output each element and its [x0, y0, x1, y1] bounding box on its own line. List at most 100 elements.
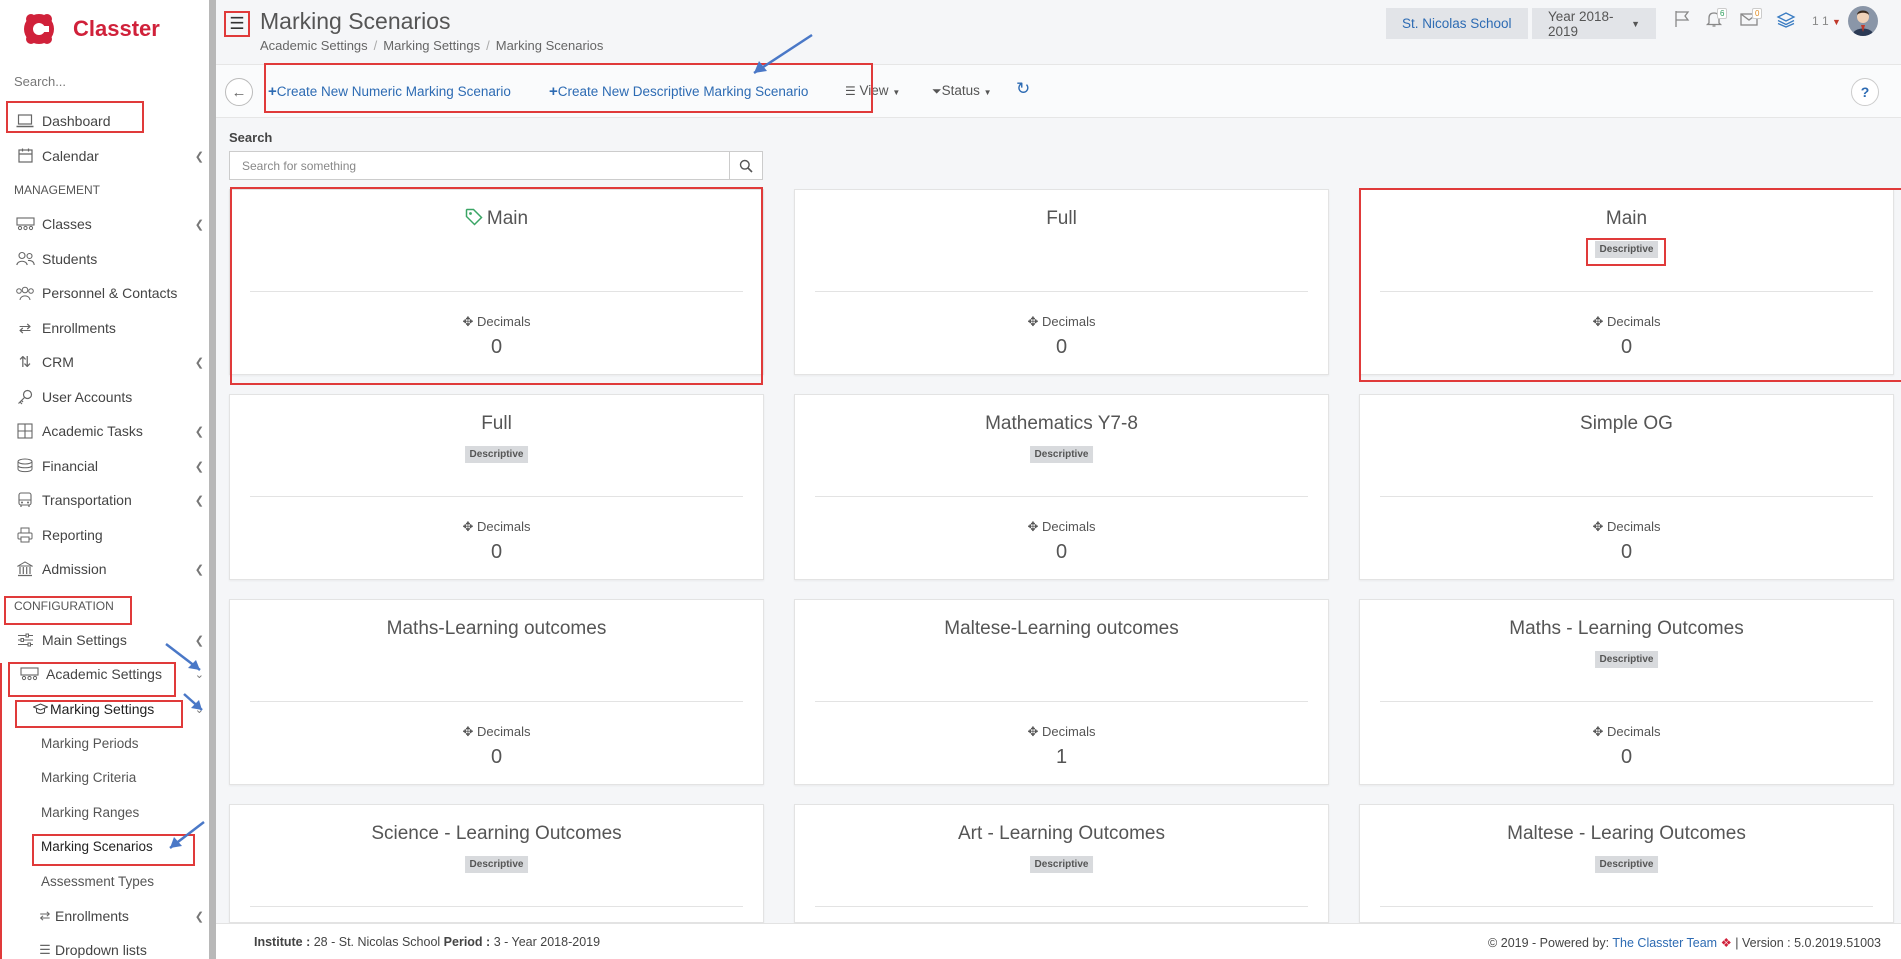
sidebar-item-main-settings[interactable]: Main Settings ❮ — [0, 623, 210, 658]
descriptive-badge: Descriptive — [464, 856, 529, 873]
card-title: Main — [230, 208, 763, 232]
descriptive-badge: Descriptive — [1594, 241, 1659, 258]
breadcrumb-item[interactable]: Academic Settings — [260, 38, 368, 53]
sidebar-item-label: Dashboard — [42, 113, 111, 130]
sidebar-search[interactable]: Search... — [0, 58, 210, 104]
sidebar-item-calendar[interactable]: Calendar ❮ — [0, 139, 210, 174]
version-text: | Version : 5.0.2019.51003 — [1735, 936, 1881, 950]
card-divider — [1380, 906, 1873, 907]
decimals-value: 0 — [490, 541, 503, 563]
avatar[interactable] — [1848, 6, 1878, 36]
refresh-icon[interactable]: ↻ — [1016, 79, 1030, 99]
sidebar-item-label: Students — [42, 250, 98, 267]
chevron-left-icon: ❮ — [194, 357, 204, 369]
decimals-label: ✥ Decimals — [1360, 519, 1893, 535]
flag-icon[interactable] — [1674, 10, 1692, 33]
tasks-icon — [14, 422, 36, 440]
sidebar-item-admission[interactable]: Admission ❮ — [0, 552, 210, 587]
sidebar-item-financial[interactable]: Financial ❮ — [0, 449, 210, 484]
sidebar-item-marking-periods[interactable]: Marking Periods — [0, 726, 210, 761]
decimals-label-text: Decimals — [1042, 724, 1096, 739]
card-divider — [815, 496, 1308, 497]
card-title: Main — [1605, 208, 1648, 229]
sidebar-item-dropdown-lists[interactable]: ☰ Dropdown lists — [0, 933, 210, 959]
sidebar-item-marking-criteria[interactable]: Marking Criteria — [0, 761, 210, 796]
bell-icon[interactable]: 6 — [1705, 8, 1728, 33]
sidebar-item-academic-tasks[interactable]: Academic Tasks ❮ — [0, 414, 210, 449]
envelope-icon[interactable]: 0 — [1740, 8, 1763, 33]
scenario-card[interactable]: Full ✥ Decimals 0 — [794, 189, 1329, 375]
breadcrumb-item[interactable]: Marking Settings — [383, 38, 480, 53]
decimals-label-text: Decimals — [477, 519, 531, 534]
sidebar-item-dashboard[interactable]: Dashboard — [0, 104, 210, 139]
chevron-left-icon: ❮ — [194, 564, 204, 576]
logo[interactable]: Classter — [0, 0, 210, 58]
create-numeric-scenario-button[interactable]: +Create New Numeric Marking Scenario — [268, 83, 511, 100]
scenario-card[interactable]: Maltese-Learning outcomes ✥ Decimals 1 — [794, 599, 1329, 785]
sidebar-item-marking-ranges[interactable]: Marking Ranges — [0, 795, 210, 830]
period-label: Period : — [443, 935, 491, 949]
card-divider — [815, 906, 1308, 907]
sidebar-item-config-enrollments[interactable]: ⇄ Enrollments ❮ — [0, 899, 210, 934]
decimals-label: ✥ Decimals — [230, 314, 763, 330]
hamburger-menu-icon[interactable]: ☰ — [224, 11, 250, 37]
scenario-card[interactable]: Mathematics Y7-8 Descriptive ✥ Decimals … — [794, 394, 1329, 580]
move-icon: ✥ — [1027, 724, 1039, 739]
sidebar-item-label: User Accounts — [42, 388, 133, 405]
card-divider — [250, 291, 743, 292]
school-selector[interactable]: St. Nicolas School — [1386, 8, 1528, 39]
search-icon[interactable] — [729, 151, 763, 180]
breadcrumb-item: Marking Scenarios — [495, 38, 604, 53]
section-management: MANAGEMENT — [14, 183, 101, 197]
view-dropdown[interactable]: ☰ View ▼ — [845, 83, 900, 98]
sidebar-item-reporting[interactable]: Reporting — [0, 518, 210, 553]
decimals-label: ✥ Decimals — [795, 519, 1328, 535]
scenario-card[interactable]: Science - Learning Outcomes Descriptive — [229, 804, 764, 923]
card-title: Full — [481, 413, 512, 434]
sidebar-item-students[interactable]: Students — [0, 242, 210, 277]
search-input[interactable] — [229, 151, 730, 180]
status-dropdown[interactable]: ⏷Status ▼ — [932, 83, 992, 99]
sidebar-item-marking-settings[interactable]: Marking Settings ⌄ — [0, 692, 210, 727]
decimals-label: ✥ Decimals — [795, 724, 1328, 740]
card-title: Maltese-Learning outcomes — [944, 618, 1179, 639]
copyright-text: 2019 - Powered by: — [1500, 936, 1610, 950]
sidebar-scrollbar[interactable] — [209, 0, 216, 959]
move-icon: ✥ — [1592, 519, 1604, 534]
chevron-left-icon: ❮ — [194, 495, 204, 507]
move-icon: ✥ — [462, 314, 474, 329]
sidebar-item-crm[interactable]: ⇅ CRM ❮ — [0, 345, 210, 380]
scenario-card[interactable]: Maltese - Learing Outcomes Descriptive — [1359, 804, 1894, 923]
user-label: 1 1 — [1812, 14, 1829, 28]
user-menu[interactable]: 1 1 ▼ — [1812, 14, 1841, 28]
help-button[interactable]: ? — [1851, 78, 1879, 106]
students-icon — [14, 250, 36, 268]
tag-icon — [465, 208, 483, 232]
sidebar-item-label: Main Settings — [42, 631, 127, 648]
team-link[interactable]: The Classter Team — [1612, 936, 1717, 950]
scenario-card[interactable]: Simple OG ✥ Decimals 0 — [1359, 394, 1894, 580]
scenario-card[interactable]: Main Descriptive ✥ Decimals 0 — [1359, 189, 1894, 375]
sidebar-item-user-accounts[interactable]: User Accounts — [0, 380, 210, 415]
sidebar-item-academic-settings[interactable]: Academic Settings ⌄ — [0, 657, 210, 692]
scenario-card[interactable]: Full Descriptive ✥ Decimals 0 — [229, 394, 764, 580]
sidebar-item-transportation[interactable]: Transportation ❮ — [0, 483, 210, 518]
scenario-card[interactable]: Art - Learning Outcomes Descriptive — [794, 804, 1329, 923]
list-icon: ☰ — [39, 942, 51, 958]
sidebar-item-label: Classes — [42, 216, 92, 233]
sidebar-item-personnel[interactable]: Personnel & Contacts — [0, 276, 210, 311]
scenario-card[interactable]: Maths - Learning Outcomes Descriptive ✥ … — [1359, 599, 1894, 785]
scenario-card[interactable]: Maths-Learning outcomes ✥ Decimals 0 — [229, 599, 764, 785]
sidebar-item-enrollments[interactable]: ⇄ Enrollments — [0, 311, 210, 346]
create-descriptive-scenario-button[interactable]: +Create New Descriptive Marking Scenario — [549, 83, 808, 100]
sidebar-item-marking-scenarios[interactable]: Marking Scenarios — [0, 830, 210, 865]
sidebar-item-label: Enrollments — [55, 907, 129, 924]
sidebar-item-classes[interactable]: Classes ❮ — [0, 207, 210, 242]
layers-icon[interactable] — [1776, 10, 1796, 33]
year-selector[interactable]: Year 2018-2019 ▼ — [1532, 8, 1656, 39]
filter-icon: ⏷ — [932, 84, 942, 98]
sidebar-item-assessment-types[interactable]: Assessment Types — [0, 864, 210, 899]
move-icon: ✥ — [462, 724, 474, 739]
scenario-card[interactable]: Main ✥ Decimals 0 — [229, 189, 764, 375]
back-arrow-icon[interactable]: ← — [225, 78, 253, 106]
